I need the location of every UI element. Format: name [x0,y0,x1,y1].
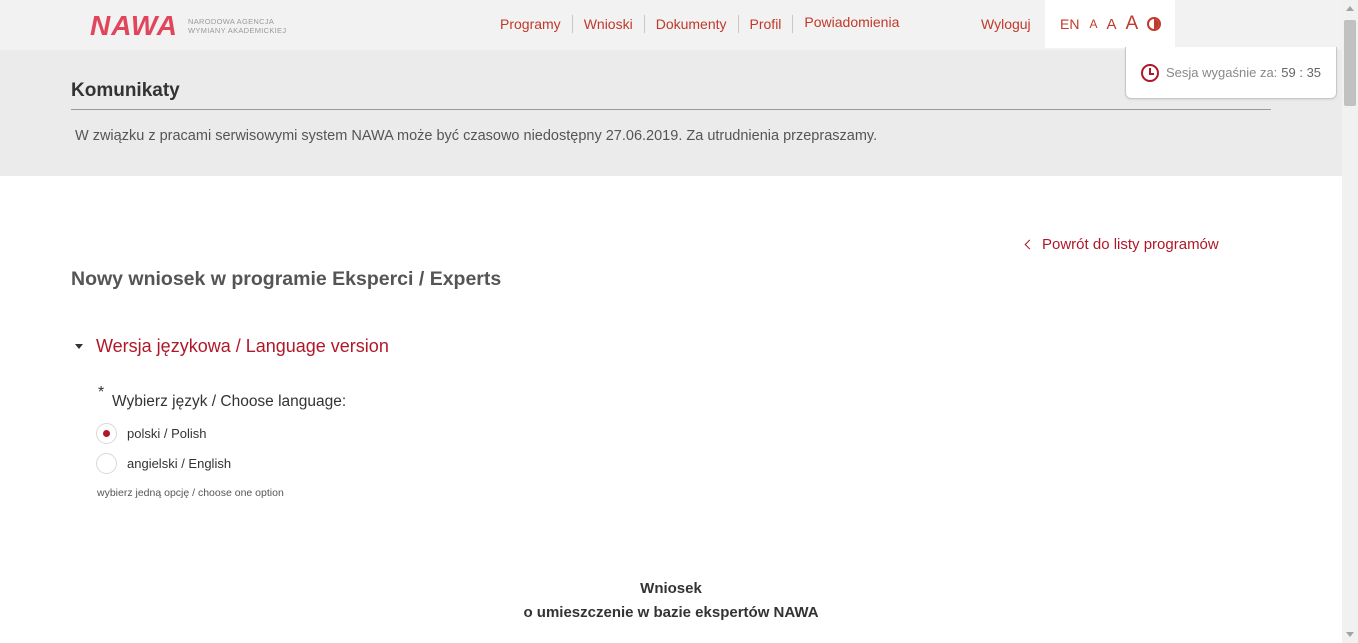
radio-option-english[interactable]: angielski / English [96,453,231,474]
font-size-small-button[interactable]: A [1089,17,1097,31]
clock-icon [1141,63,1159,82]
scrollbar-thumb[interactable] [1344,20,1356,106]
logo-subtitle-line1: Narodowa Agencja [188,17,275,26]
radio-button[interactable] [96,453,117,474]
chevron-left-icon [1024,239,1035,250]
nav-item-wnioski[interactable]: Wnioski [573,15,645,33]
top-header: NAWA Narodowa Agencja Wymiany Akademicki… [0,0,1342,50]
radio-option-polish[interactable]: polski / Polish [96,423,206,444]
nawa-logo[interactable]: NAWA Narodowa Agencja Wymiany Akademicki… [90,12,286,40]
language-version-section-toggle[interactable]: Wersja językowa / Language version [75,336,389,357]
nav-item-profil[interactable]: Profil [739,15,794,33]
document-title-line1: Wniosek [640,580,702,597]
logout-link[interactable]: Wyloguj [981,16,1031,32]
nav-item-powiadomienia[interactable]: Powiadomienia [793,13,910,31]
field-hint: wybierz jedną opcję / choose one option [97,487,284,499]
accessibility-toolbar: EN A A A [1045,0,1175,48]
main-nav: Programy Wnioski Dokumenty Profil Powiad… [489,13,910,33]
language-field-label: Wybierz język / Choose language: [112,393,347,410]
announcements-divider [71,109,1271,110]
caret-down-icon [75,344,83,349]
radio-label: angielski / English [127,456,232,471]
required-marker: * [98,384,105,401]
section-title: Wersja językowa / Language version [96,336,389,356]
back-link-label: Powrót do listy programów [1042,236,1219,253]
font-size-medium-button[interactable]: A [1106,16,1116,33]
vertical-scrollbar[interactable] [1342,0,1358,643]
language-switch-en[interactable]: EN [1060,16,1079,32]
radio-label: polski / Polish [127,426,207,441]
document-title-line2: o umieszczenie w bazie ekspertów NAWA [523,604,819,621]
radio-button-checked[interactable] [96,423,117,444]
announcements-title: Komunikaty [71,80,180,101]
announcement-message: W związku z pracami serwisowymi system N… [75,128,878,144]
page-title: Nowy wniosek w programie Eksperci / Expe… [71,268,502,290]
nav-item-dokumenty[interactable]: Dokumenty [645,15,739,33]
session-time: 59 : 35 [1281,65,1322,80]
session-label: Sesja wygaśnie za: [1166,65,1278,80]
back-to-programs-link[interactable]: Powrót do listy programów [1024,236,1219,253]
scroll-up-arrow-icon[interactable] [1346,6,1354,11]
scroll-down-arrow-icon[interactable] [1346,632,1354,637]
nav-item-programy[interactable]: Programy [489,15,573,33]
session-timer-popup: Sesja wygaśnie za: 59 : 35 [1125,47,1337,99]
logo-subtitle-line2: Wymiany Akademickiej [188,26,287,35]
logo-subtitle: Narodowa Agencja Wymiany Akademickiej [188,17,286,35]
logo-wordmark: NAWA [90,10,178,41]
contrast-icon[interactable] [1147,17,1162,31]
font-size-large-button[interactable]: A [1125,13,1138,35]
